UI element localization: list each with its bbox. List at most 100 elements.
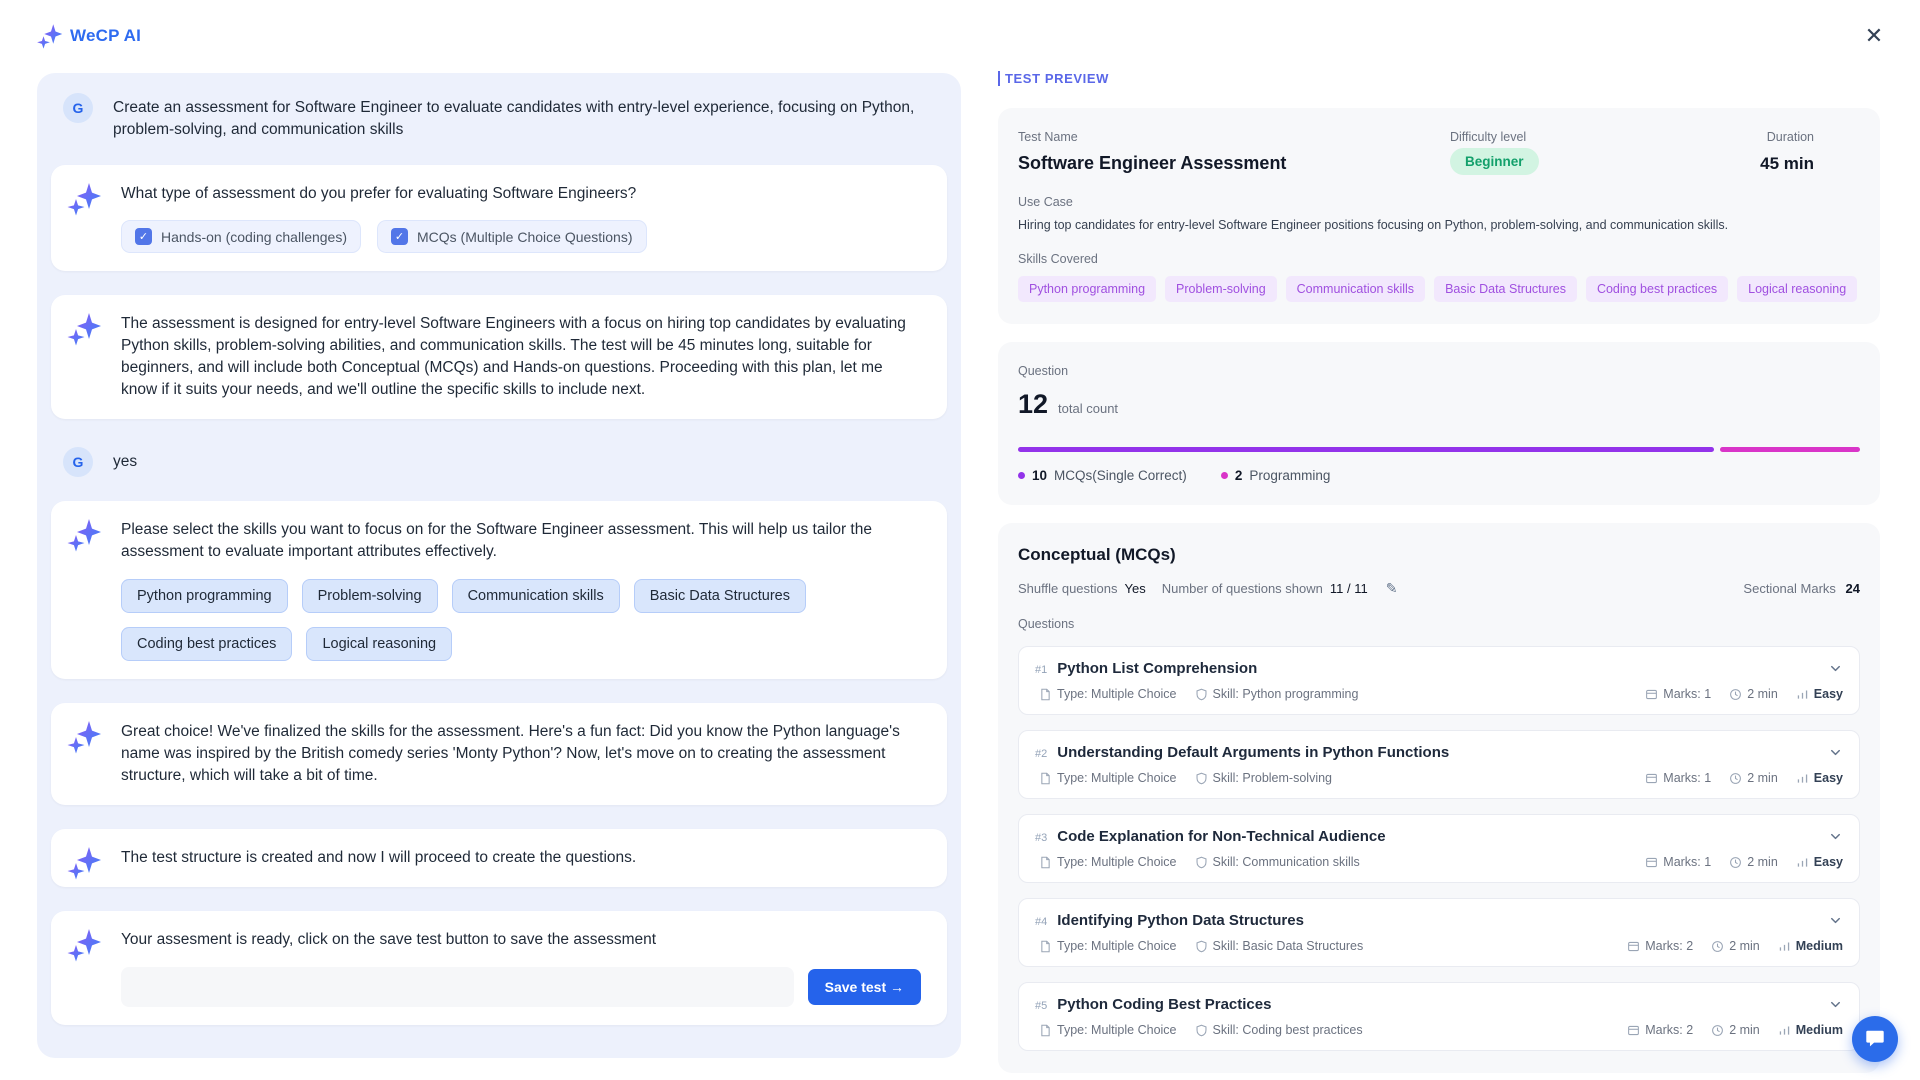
chevron-down-icon[interactable]: [1828, 661, 1843, 676]
legend-programming: 2 Programming: [1220, 468, 1331, 483]
option-mcqs[interactable]: ✓ MCQs (Multiple Choice Questions): [377, 220, 647, 253]
option-label: Hands-on (coding challenges): [161, 228, 347, 245]
question-number: #5: [1035, 999, 1048, 1012]
question-time: 2 min: [1747, 687, 1778, 701]
questions-label: Questions: [1018, 617, 1075, 631]
document-icon: [1039, 772, 1052, 785]
clock-icon: [1729, 772, 1742, 785]
question-title: Code Explanation for Non-Technical Audie…: [1057, 828, 1386, 845]
chevron-down-icon[interactable]: [1828, 745, 1843, 760]
distribution-legend: 10 MCQs(Single Correct) 2 Programming: [1018, 468, 1860, 483]
user-avatar: G: [63, 93, 93, 123]
question-type: Type: Multiple Choice: [1057, 687, 1177, 701]
document-icon: [1039, 856, 1052, 869]
sectional-marks-label: Sectional Marks: [1743, 581, 1836, 596]
chevron-down-icon[interactable]: [1828, 997, 1843, 1012]
checkbox-checked-icon: ✓: [391, 228, 408, 245]
clock-icon: [1729, 688, 1742, 701]
section-title: Conceptual (MCQs): [1018, 545, 1176, 564]
shuffle-label: Shuffle questions: [1018, 581, 1118, 596]
test-name-label: Test Name: [1018, 130, 1078, 144]
document-icon: [1039, 940, 1052, 953]
reply-input[interactable]: [121, 967, 794, 1007]
question-difficulty: Easy: [1813, 855, 1843, 869]
question-total-caption: total count: [1058, 401, 1119, 416]
user-avatar: G: [63, 447, 93, 477]
sparkle-icon: [66, 844, 102, 880]
section-settings-row: Shuffle questions Yes Number of question…: [1018, 580, 1860, 597]
option-hands-on[interactable]: ✓ Hands-on (coding challenges): [121, 220, 361, 253]
skill-chip[interactable]: Coding best practices: [121, 627, 293, 661]
programming-bar-segment: [1720, 447, 1860, 452]
question-marks: Marks: 1: [1663, 771, 1712, 785]
question-marks: Marks: 1: [1663, 687, 1712, 701]
question-time: 2 min: [1729, 939, 1760, 953]
question-row[interactable]: #1 Python List Comprehension Type: Multi…: [1018, 646, 1860, 715]
ai-message: Your assesment is ready, click on the sa…: [51, 911, 947, 1025]
edit-icon[interactable]: ✎: [1386, 580, 1398, 597]
question-type: Type: Multiple Choice: [1057, 939, 1177, 953]
shown-label: Number of questions shown: [1161, 581, 1323, 596]
legend-label: MCQs(Single Correct): [1054, 468, 1187, 483]
user-message-text: Create an assessment for Software Engine…: [113, 99, 915, 138]
difficulty-label: Difficulty level: [1450, 130, 1527, 144]
question-skill: Skill: Coding best practices: [1212, 1023, 1363, 1037]
chat-widget-button[interactable]: [1852, 1016, 1898, 1062]
user-message: G Create an assessment for Software Engi…: [51, 89, 947, 141]
app-logo-text: WeCP AI: [70, 25, 141, 45]
ai-message: The test structure is created and now I …: [51, 829, 947, 887]
skill-chip[interactable]: Problem-solving: [301, 579, 438, 613]
chat-bubble-icon: [1864, 1028, 1886, 1050]
chevron-down-icon[interactable]: [1828, 829, 1843, 844]
skill-chip[interactable]: Communication skills: [451, 579, 620, 613]
save-test-button[interactable]: Save test →: [807, 969, 921, 1005]
question-row[interactable]: #2 Understanding Default Arguments in Py…: [1018, 730, 1860, 799]
ai-message-text: Please select the skills you want to foc…: [121, 521, 872, 560]
shuffle-value: Yes: [1124, 581, 1146, 596]
sparkle-icon: [66, 180, 102, 216]
shield-icon: [1195, 940, 1208, 953]
difficulty-bars-icon: [1796, 772, 1809, 785]
question-marks: Marks: 1: [1663, 855, 1712, 869]
test-info-card: Test Name Software Engineer Assessment D…: [998, 108, 1880, 324]
close-button[interactable]: ✕: [1858, 20, 1890, 52]
chevron-down-icon[interactable]: [1828, 913, 1843, 928]
skill-chip[interactable]: Python programming: [121, 579, 288, 613]
sectional-marks: Sectional Marks 24: [1743, 581, 1860, 596]
question-skill: Skill: Communication skills: [1212, 855, 1360, 869]
checkbox-checked-icon: ✓: [135, 228, 152, 245]
question-time: 2 min: [1747, 855, 1778, 869]
question-difficulty: Medium: [1795, 939, 1843, 953]
chat-panel: G Create an assessment for Software Engi…: [37, 73, 961, 1058]
question-summary-card: Question 12 total count 10 MCQs(Single C…: [998, 342, 1880, 505]
question-type: Type: Multiple Choice: [1057, 771, 1177, 785]
shown-value: 11 / 11: [1329, 581, 1368, 596]
skill-tag: Python programming: [1018, 276, 1157, 302]
use-case-text: Hiring top candidates for entry-level So…: [1018, 218, 1729, 232]
document-icon: [1039, 688, 1052, 701]
assessment-type-options: ✓ Hands-on (coding challenges) ✓ MCQs (M…: [121, 220, 921, 253]
skill-tag: Communication skills: [1285, 276, 1426, 302]
legend-count: 10: [1032, 468, 1048, 483]
question-row[interactable]: #5 Python Coding Best Practices Type: Mu…: [1018, 982, 1860, 1051]
ai-message-text: The assessment is designed for entry-lev…: [121, 315, 906, 398]
sectional-marks-value: 24: [1845, 581, 1860, 596]
marks-icon: [1645, 688, 1658, 701]
test-name: Software Engineer Assessment: [1018, 153, 1287, 173]
shield-icon: [1195, 856, 1208, 869]
sparkle-icon: [36, 22, 63, 49]
shield-icon: [1195, 1024, 1208, 1037]
marks-icon: [1645, 772, 1658, 785]
ai-message: Please select the skills you want to foc…: [51, 501, 947, 679]
legend-label: Programming: [1249, 468, 1331, 483]
question-total-count: 12: [1018, 389, 1049, 419]
skill-chip[interactable]: Basic Data Structures: [633, 579, 806, 613]
skill-chip[interactable]: Logical reasoning: [306, 627, 453, 661]
question-row[interactable]: #4 Identifying Python Data Structures Ty…: [1018, 898, 1860, 967]
difficulty-bars-icon: [1796, 688, 1809, 701]
question-skill: Skill: Problem-solving: [1212, 771, 1332, 785]
question-number: #1: [1035, 663, 1048, 676]
option-label: MCQs (Multiple Choice Questions): [417, 228, 633, 245]
question-row[interactable]: #3 Code Explanation for Non-Technical Au…: [1018, 814, 1860, 883]
preview-title: TEST PREVIEW: [998, 71, 1109, 86]
